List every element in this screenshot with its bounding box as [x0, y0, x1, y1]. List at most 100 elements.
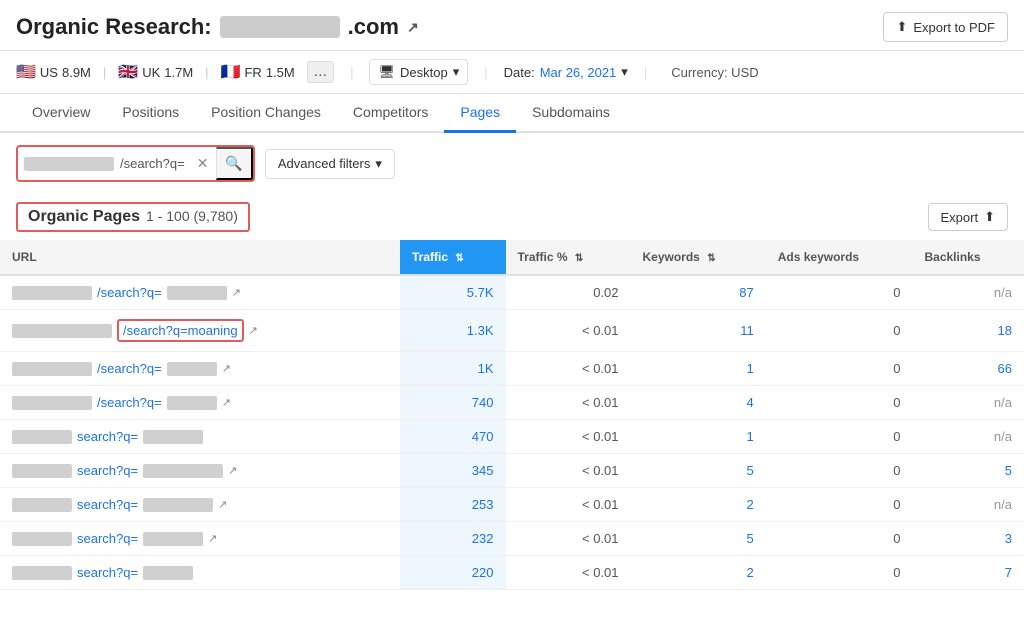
url-blur-prefix: [12, 362, 92, 376]
external-link-icon[interactable]: ↗: [222, 396, 231, 409]
country-fr[interactable]: 🇫🇷 FR 1.5M: [221, 62, 295, 82]
url-blur-suffix: [167, 362, 217, 376]
filter-bar: /search?q= ✕ 🔍 Advanced filters ▾: [0, 133, 1024, 194]
ads-keywords-value: 0: [766, 488, 913, 522]
url-blur-suffix: [143, 498, 213, 512]
url-text[interactable]: search?q=: [77, 497, 138, 512]
url-text[interactable]: search?q=: [77, 429, 138, 444]
tab-position-changes[interactable]: Position Changes: [195, 94, 337, 133]
ads-keywords-value: 0: [766, 454, 913, 488]
top-bar: Organic Research: .com ↗ ⬆ Export to PDF: [0, 0, 1024, 51]
col-ads-label: Ads keywords: [778, 250, 859, 264]
url-text[interactable]: search?q=: [77, 565, 138, 580]
tab-pages[interactable]: Pages: [444, 94, 516, 133]
traffic-value: 232: [400, 522, 506, 556]
device-selector[interactable]: 🖥 Desktop ▾: [369, 59, 468, 85]
url-text[interactable]: /search?q=: [97, 361, 162, 376]
table-row: /search?q=↗5.7K0.02870n/a: [0, 275, 1024, 310]
external-link-icon[interactable]: ↗: [218, 498, 227, 511]
domain-tld: .com: [348, 14, 399, 40]
col-traffic[interactable]: Traffic ⇅: [400, 240, 506, 275]
traffic-pct-value: < 0.01: [506, 556, 631, 590]
col-keywords[interactable]: Keywords ⇅: [631, 240, 766, 275]
url-blur-suffix: [143, 430, 203, 444]
table-row: /search?q=↗740< 0.0140n/a: [0, 386, 1024, 420]
table-export-button[interactable]: Export ⬆: [928, 203, 1008, 231]
backlinks-value: 18: [912, 310, 1024, 352]
search-path-text: /search?q=: [120, 150, 189, 177]
divider3: |: [644, 65, 647, 80]
count-us: 8.9M: [62, 65, 91, 80]
country-uk[interactable]: 🇬🇧 UK 1.7M: [118, 62, 193, 82]
ads-keywords-value: 0: [766, 386, 913, 420]
tab-overview[interactable]: Overview: [16, 94, 106, 133]
url-blur-prefix: [12, 286, 92, 300]
organic-pages-range: 1 - 100 (9,780): [146, 208, 238, 224]
col-ads-keywords[interactable]: Ads keywords: [766, 240, 913, 275]
tab-positions[interactable]: Positions: [106, 94, 195, 133]
traffic-pct-value: < 0.01: [506, 352, 631, 386]
keywords-value: 5: [631, 454, 766, 488]
ads-keywords-value: 0: [766, 556, 913, 590]
keywords-value: 4: [631, 386, 766, 420]
country-us[interactable]: 🇺🇸 US 8.9M: [16, 62, 91, 82]
table-header-bar: Organic Pages 1 - 100 (9,780) Export ⬆: [0, 194, 1024, 240]
traffic-value: 740: [400, 386, 506, 420]
url-text[interactable]: search?q=: [77, 463, 138, 478]
backlinks-value: 66: [912, 352, 1024, 386]
url-blur-prefix: [12, 498, 72, 512]
advanced-filters-button[interactable]: Advanced filters ▾: [265, 149, 395, 179]
tab-competitors[interactable]: Competitors: [337, 94, 444, 133]
export-icon: ⬆: [896, 19, 907, 35]
url-text[interactable]: /search?q=moaning: [117, 319, 244, 342]
external-link-icon[interactable]: ↗: [249, 324, 258, 337]
url-text[interactable]: /search?q=: [97, 395, 162, 410]
col-backlinks[interactable]: Backlinks: [912, 240, 1024, 275]
currency-label: Currency: USD: [671, 65, 758, 80]
traffic-pct-value: < 0.01: [506, 386, 631, 420]
col-url-label: URL: [12, 250, 37, 264]
flag-fr: 🇫🇷: [221, 62, 241, 82]
traffic-value: 1K: [400, 352, 506, 386]
flag-uk: 🇬🇧: [118, 62, 138, 82]
export-pdf-button[interactable]: ⬆ Export to PDF: [883, 12, 1008, 42]
date-selector[interactable]: Date: Mar 26, 2021 ▾: [504, 64, 628, 80]
backlinks-value: 3: [912, 522, 1024, 556]
count-uk: 1.7M: [164, 65, 193, 80]
tab-subdomains[interactable]: Subdomains: [516, 94, 626, 133]
backlinks-value: 7: [912, 556, 1024, 590]
traffic-value: 345: [400, 454, 506, 488]
traffic-value: 470: [400, 420, 506, 454]
upload-icon: ⬆: [984, 209, 995, 225]
more-countries-button[interactable]: ...: [307, 61, 334, 83]
sep1: |: [103, 65, 106, 80]
external-link-icon[interactable]: ↗: [232, 286, 241, 299]
url-text[interactable]: search?q=: [77, 531, 138, 546]
date-chevron-icon: ▾: [621, 64, 628, 80]
col-traffic-pct-label: Traffic %: [518, 250, 568, 264]
advanced-filters-chevron: ▾: [375, 156, 382, 172]
external-link-icon[interactable]: ↗: [228, 464, 237, 477]
country-bar: 🇺🇸 US 8.9M | 🇬🇧 UK 1.7M | 🇫🇷 FR 1.5M ...…: [0, 51, 1024, 94]
table-row: search?q=↗345< 0.01505: [0, 454, 1024, 488]
table-row: search?q=470< 0.0110n/a: [0, 420, 1024, 454]
search-submit-button[interactable]: 🔍: [216, 147, 252, 180]
keywords-value: 1: [631, 420, 766, 454]
external-link-icon[interactable]: ↗: [407, 19, 419, 36]
col-url[interactable]: URL: [0, 240, 400, 275]
traffic-pct-value: < 0.01: [506, 522, 631, 556]
external-link-icon[interactable]: ↗: [222, 362, 231, 375]
url-blur-suffix: [143, 566, 193, 580]
search-domain-blur: [24, 157, 114, 171]
search-clear-button[interactable]: ✕: [189, 149, 217, 178]
table-row: search?q=220< 0.01207: [0, 556, 1024, 590]
backlinks-value: n/a: [912, 275, 1024, 310]
ads-keywords-value: 0: [766, 522, 913, 556]
monitor-icon: 🖥: [378, 64, 395, 80]
external-link-icon[interactable]: ↗: [208, 532, 217, 545]
organic-pages-title: Organic Pages 1 - 100 (9,780): [16, 202, 250, 232]
ads-keywords-value: 0: [766, 420, 913, 454]
url-text[interactable]: /search?q=: [97, 285, 162, 300]
url-blur-prefix: [12, 464, 72, 478]
col-traffic-pct[interactable]: Traffic % ⇅: [506, 240, 631, 275]
